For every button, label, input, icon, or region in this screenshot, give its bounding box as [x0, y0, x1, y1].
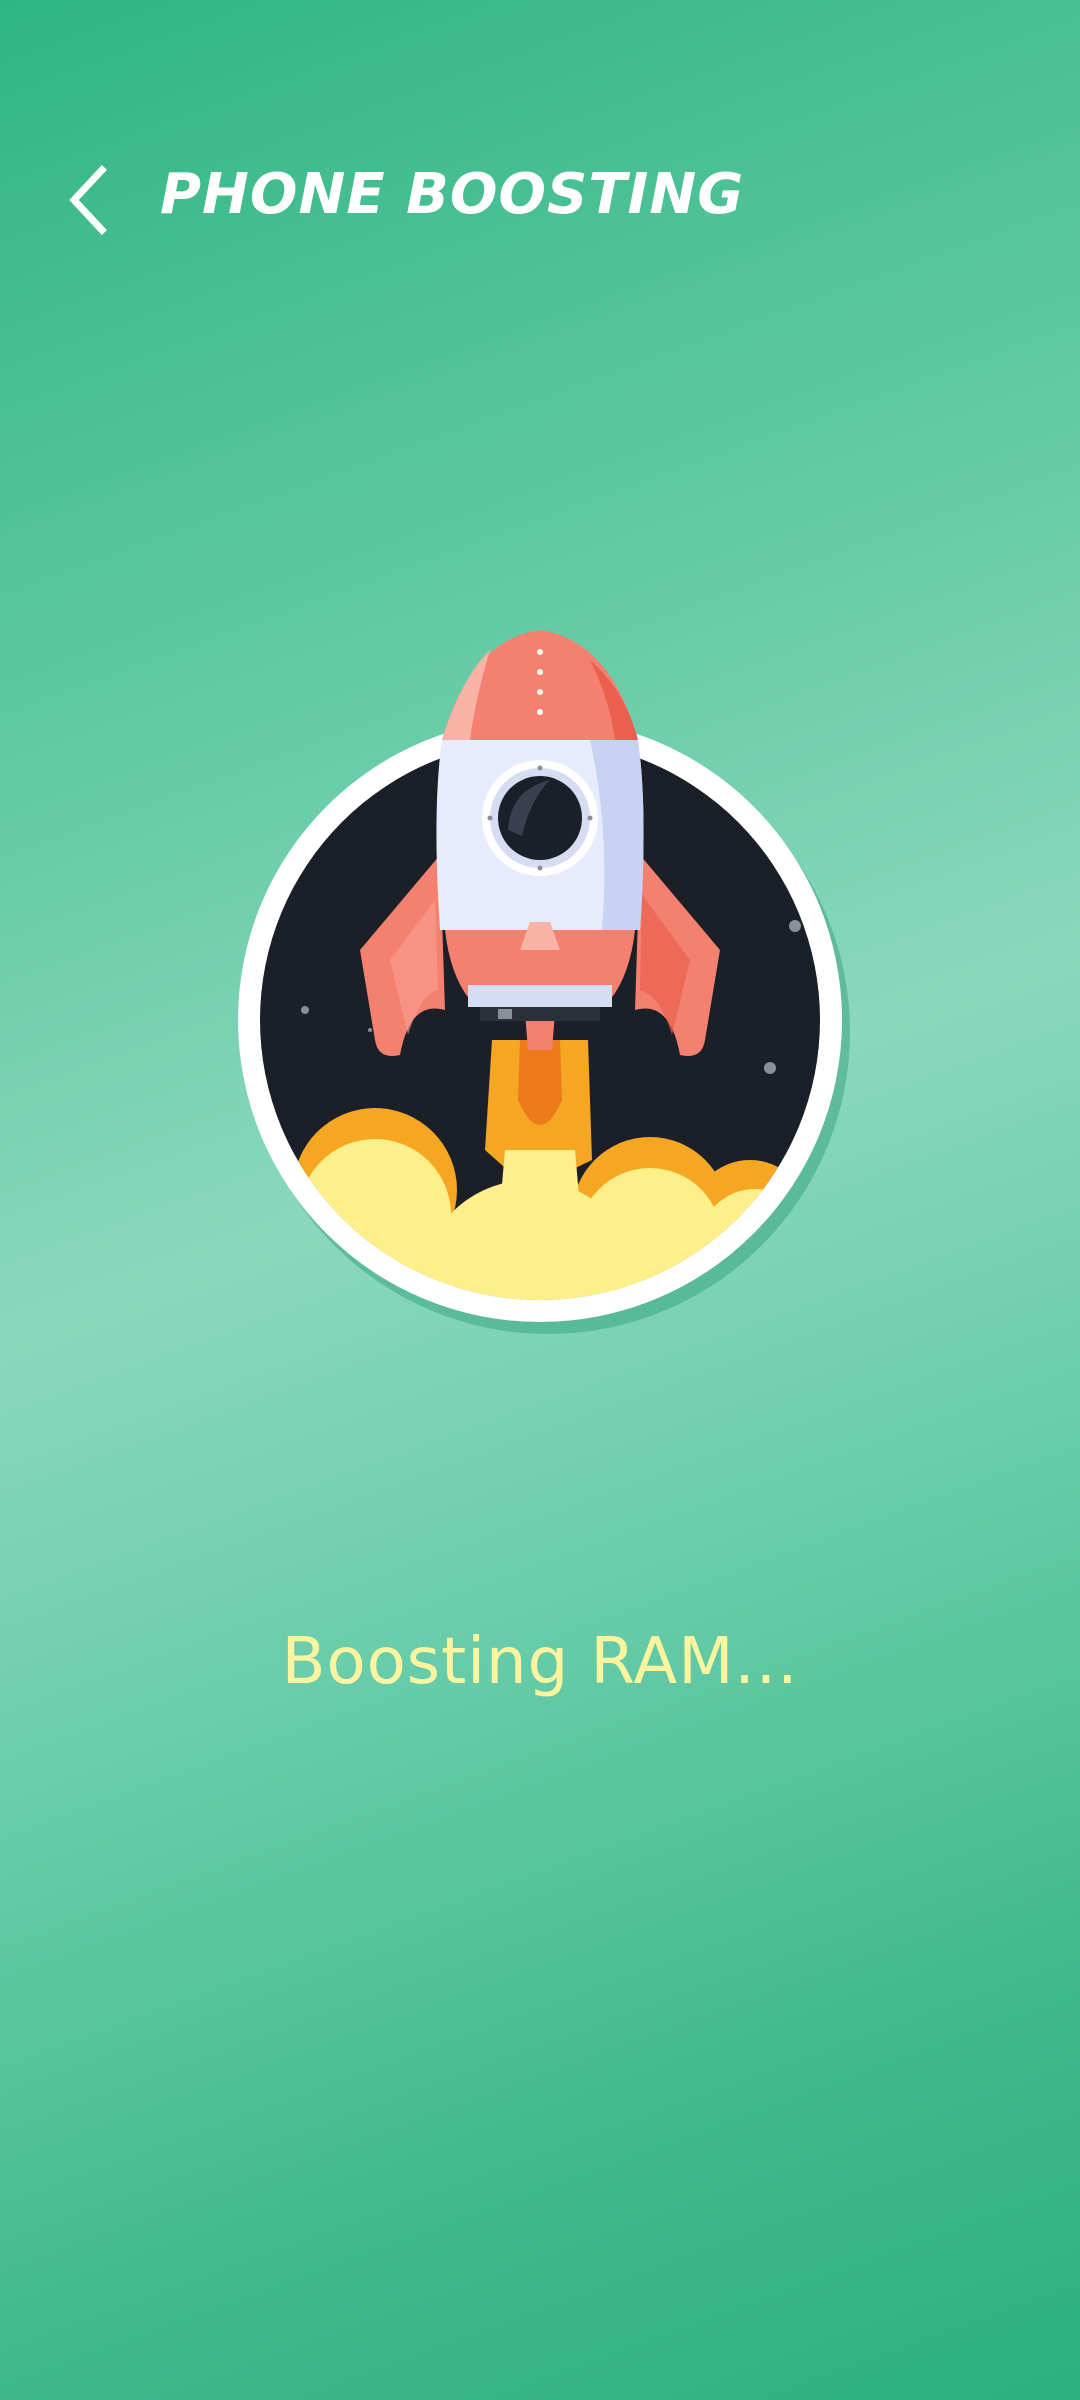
back-button[interactable]: [50, 160, 130, 240]
window-bolt: [537, 865, 543, 871]
flame-center: [498, 1150, 582, 1230]
rocket-illustration-svg: [238, 630, 850, 1334]
rivet: [537, 709, 543, 715]
rivet: [537, 669, 543, 675]
cloud-base: [260, 1250, 820, 1300]
window-bolt: [487, 815, 493, 821]
status-text: Boosting RAM...: [281, 1625, 799, 1699]
chevron-left-icon: [69, 165, 107, 235]
app-header: PHONE BOOSTING: [0, 140, 1080, 260]
nozzle-light: [498, 1009, 512, 1019]
page-title: PHONE BOOSTING: [160, 162, 745, 227]
window-bolt: [587, 815, 593, 821]
rocket-base: [468, 985, 612, 1007]
rivet: [537, 649, 543, 655]
star: [789, 920, 801, 932]
star: [301, 1006, 309, 1014]
rocket-launch-illustration: [230, 630, 850, 1350]
star: [368, 1028, 372, 1032]
window-bolt: [537, 765, 543, 771]
flame-inner: [518, 1040, 562, 1125]
star: [764, 1062, 776, 1074]
rivet: [537, 689, 543, 695]
